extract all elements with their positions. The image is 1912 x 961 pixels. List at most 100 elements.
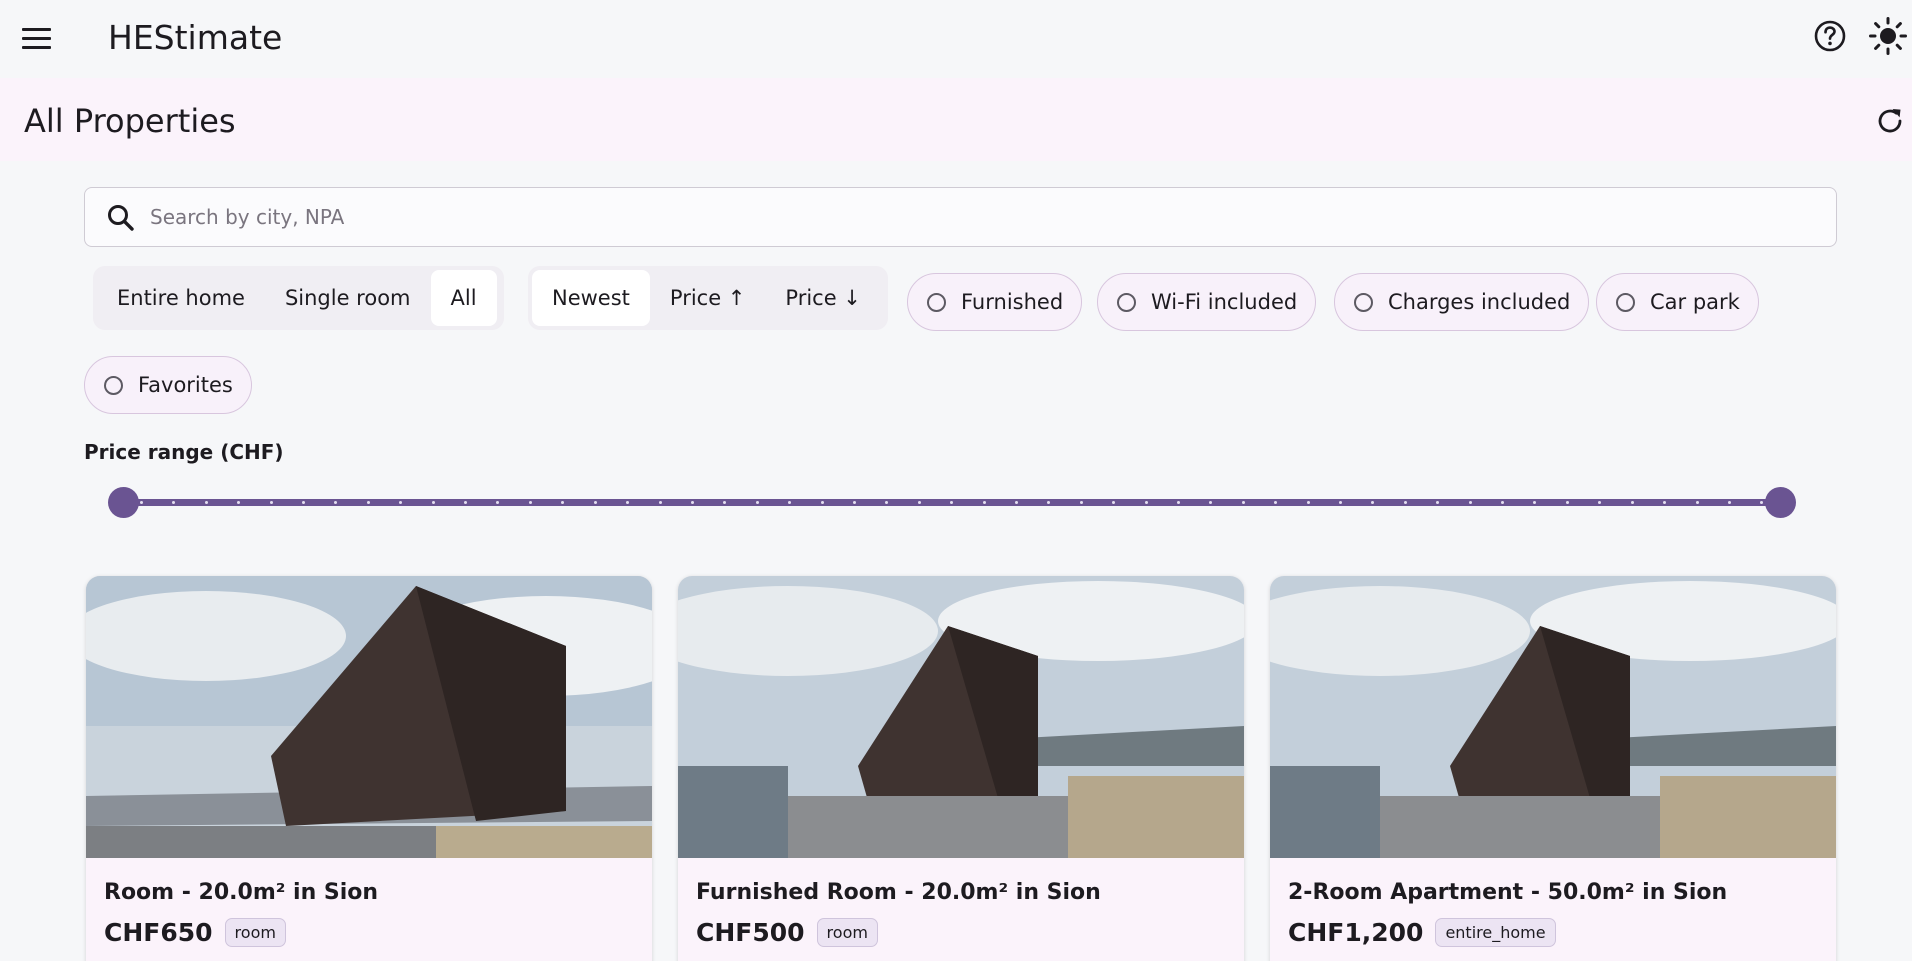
filter-chip-wifi[interactable]: Wi-Fi included (1097, 273, 1317, 331)
slider-tick (690, 501, 694, 504)
slider-tick (1436, 501, 1440, 504)
slider-tick (593, 501, 597, 504)
slider-tick (788, 501, 792, 504)
slider-tick (1727, 501, 1731, 504)
listing-price-row: CHF1,200 entire_home (1288, 918, 1556, 947)
listing-title: Room - 20.0m² in Sion (104, 880, 379, 905)
sort-option-newest[interactable]: Newest (532, 270, 650, 326)
filter-chip-car-park[interactable]: Car park (1596, 273, 1759, 331)
slider-tick (1306, 501, 1310, 504)
price-max-thumb[interactable] (1765, 487, 1796, 518)
price-min-thumb[interactable] (108, 487, 139, 518)
filter-chip-label: Car park (1650, 290, 1740, 314)
slider-tick (1501, 501, 1505, 504)
refresh-icon[interactable] (1873, 104, 1907, 138)
slider-tick (1760, 501, 1764, 504)
filter-chip-favorites[interactable]: Favorites (84, 356, 252, 414)
slider-tick-marks (122, 501, 1782, 504)
slider-tick (528, 501, 532, 504)
menu-icon[interactable] (22, 20, 62, 56)
app-title: HEStimate (108, 18, 283, 57)
app-bar: HEStimate (0, 0, 1912, 78)
listing-type-badge: entire_home (1435, 918, 1556, 947)
slider-tick (917, 501, 921, 504)
slider-tick (950, 501, 954, 504)
slider-tick (1663, 501, 1667, 504)
slider-tick (366, 501, 370, 504)
listing-photo (86, 576, 652, 858)
type-filter: Entire home Single room All (93, 266, 504, 330)
search-input[interactable] (150, 198, 1810, 236)
filter-chip-label: Favorites (138, 373, 233, 397)
slider-tick (820, 501, 824, 504)
radio-icon (1117, 292, 1136, 312)
search-bar (84, 187, 1837, 247)
sun-icon[interactable] (1868, 16, 1908, 56)
slider-tick (1630, 501, 1634, 504)
price-range-label: Price range (CHF) (84, 440, 284, 464)
slider-tick (1403, 501, 1407, 504)
slider-tick (1565, 501, 1569, 504)
filter-chip-furnished[interactable]: Furnished (907, 273, 1083, 331)
type-option-entire-home[interactable]: Entire home (97, 270, 265, 326)
slider-tick (399, 501, 403, 504)
radio-icon (104, 375, 123, 395)
slider-tick (1339, 501, 1343, 504)
slider-tick (1598, 501, 1602, 504)
listing-price: CHF650 (104, 918, 213, 947)
listing-title: Furnished Room - 20.0m² in Sion (696, 880, 1101, 905)
listing-price: CHF1,200 (1288, 918, 1424, 947)
slider-tick (204, 501, 208, 504)
slider-tick (658, 501, 662, 504)
listing-price: CHF500 (696, 918, 805, 947)
listing-type-badge: room (224, 918, 286, 947)
slider-tick (237, 501, 241, 504)
radio-icon (1354, 292, 1373, 312)
filter-chip-label: Furnished (961, 290, 1064, 314)
sort-control: Newest Price ↑ Price ↓ (528, 266, 888, 330)
listing-card[interactable]: 2-Room Apartment - 50.0m² in Sion CHF1,2… (1270, 576, 1836, 961)
slider-tick (1144, 501, 1148, 504)
slider-tick (1014, 501, 1018, 504)
listing-photo (678, 576, 1244, 858)
type-option-single-room[interactable]: Single room (265, 270, 431, 326)
filter-chip-charges[interactable]: Charges included (1334, 273, 1590, 331)
slider-tick (1695, 501, 1699, 504)
slider-tick (1241, 501, 1245, 504)
listing-card[interactable]: Room - 20.0m² in Sion CHF650 room (86, 576, 652, 961)
listing-price-row: CHF500 room (696, 918, 878, 947)
listing-title: 2-Room Apartment - 50.0m² in Sion (1288, 880, 1728, 905)
slider-tick (1047, 501, 1051, 504)
slider-tick (561, 501, 565, 504)
listing-type-badge: room (816, 918, 878, 947)
filter-chip-label: Charges included (1388, 290, 1571, 314)
radio-icon (1616, 292, 1635, 312)
slider-tick (269, 501, 273, 504)
slider-tick (1274, 501, 1278, 504)
listing-card[interactable]: Furnished Room - 20.0m² in Sion CHF500 r… (678, 576, 1244, 961)
radio-icon (927, 292, 946, 312)
slider-tick (852, 501, 856, 504)
page-header (0, 78, 1912, 161)
listing-photo (1270, 576, 1836, 858)
help-circle-icon[interactable] (1812, 18, 1848, 54)
slider-tick (1533, 501, 1537, 504)
type-option-all[interactable]: All (430, 270, 497, 326)
sort-option-price-asc[interactable]: Price ↑ (650, 270, 766, 326)
slider-tick (1079, 501, 1083, 504)
slider-tick (1209, 501, 1213, 504)
slider-tick (1468, 501, 1472, 504)
slider-tick (1112, 501, 1116, 504)
slider-tick (1371, 501, 1375, 504)
slider-tick (982, 501, 986, 504)
slider-tick (172, 501, 176, 504)
slider-tick (626, 501, 630, 504)
slider-tick (140, 501, 143, 504)
slider-tick (1177, 501, 1180, 504)
sort-option-price-desc[interactable]: Price ↓ (765, 270, 881, 326)
price-range-slider[interactable] (108, 487, 1796, 518)
slider-tick (431, 501, 435, 504)
slider-tick (755, 501, 759, 504)
slider-tick (496, 501, 500, 504)
slider-tick (885, 501, 889, 504)
